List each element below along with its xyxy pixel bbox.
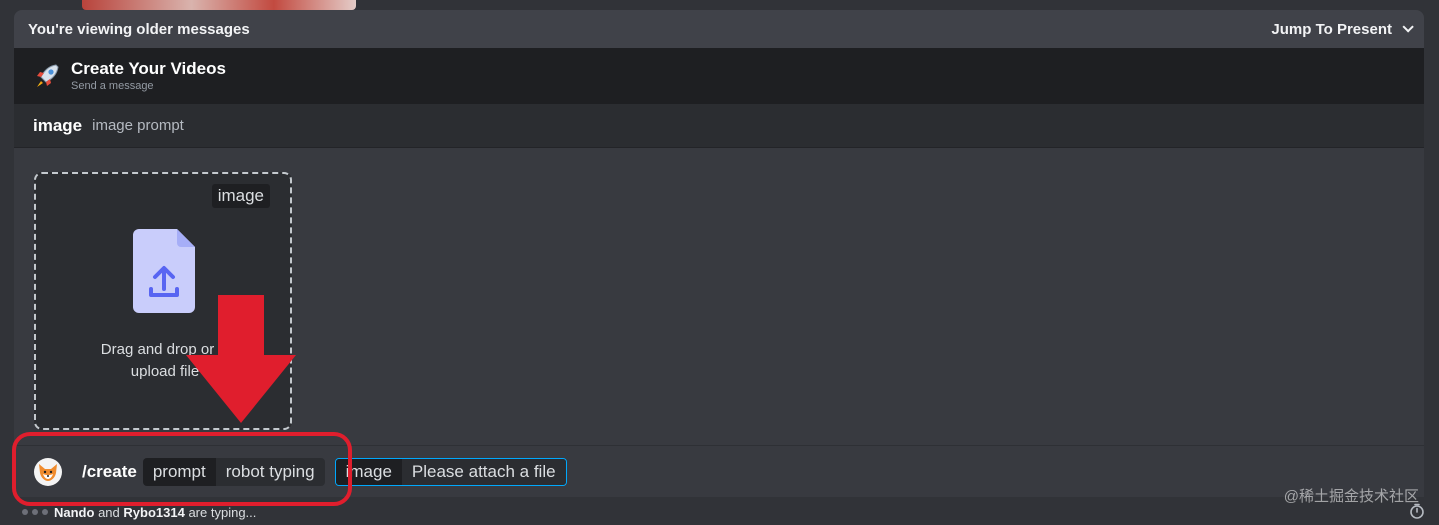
- avatar[interactable]: [34, 457, 62, 486]
- jump-to-present-label: Jump To Present: [1271, 20, 1392, 38]
- command-option-row[interactable]: image image prompt: [14, 104, 1424, 148]
- param-image-value: Please attach a file: [401, 458, 566, 485]
- older-messages-text: You're viewing older messages: [28, 20, 250, 38]
- command-subtitle: Send a message: [71, 80, 154, 92]
- command-input-bar[interactable]: /create prompt robot typing image Please…: [14, 445, 1424, 497]
- timer-icon[interactable]: [1409, 503, 1425, 519]
- typing-conj: and: [98, 504, 120, 520]
- slash-command: /create: [82, 461, 137, 481]
- fox-avatar-icon: [39, 463, 57, 481]
- command-header: Create Your Videos Send a message: [14, 48, 1424, 104]
- watermark: @稀土掘金技术社区: [1283, 488, 1419, 505]
- rocket-icon: [37, 64, 59, 87]
- older-messages-bar: You're viewing older messages Jump To Pr…: [14, 10, 1424, 48]
- typing-user-2[interactable]: Rybo1314: [123, 505, 184, 520]
- typing-dots-icon: [22, 509, 48, 515]
- message-image-peek[interactable]: [82, 0, 356, 10]
- typing-user-1[interactable]: Nando: [54, 505, 94, 520]
- discord-chat-view: You're viewing older messages Jump To Pr…: [0, 0, 1439, 525]
- param-prompt-key: prompt: [142, 457, 216, 486]
- typing-indicator: Nando and Rybo1314 are typing...: [22, 502, 256, 522]
- dropzone-tag: image: [211, 184, 270, 208]
- param-prompt-value: robot typing: [215, 457, 325, 486]
- typing-suffix: are typing...: [188, 504, 257, 520]
- param-image-key: image: [335, 458, 402, 485]
- jump-to-present-button[interactable]: Jump To Present: [1271, 20, 1414, 38]
- param-image[interactable]: image Please attach a file: [334, 457, 567, 486]
- command-title: Create Your Videos: [71, 59, 226, 78]
- chevron-down-icon: [1402, 21, 1414, 33]
- param-prompt[interactable]: prompt robot typing: [142, 457, 325, 486]
- option-description: image prompt: [92, 117, 184, 134]
- arrow-down-icon: [186, 295, 296, 423]
- option-name: image: [33, 115, 83, 135]
